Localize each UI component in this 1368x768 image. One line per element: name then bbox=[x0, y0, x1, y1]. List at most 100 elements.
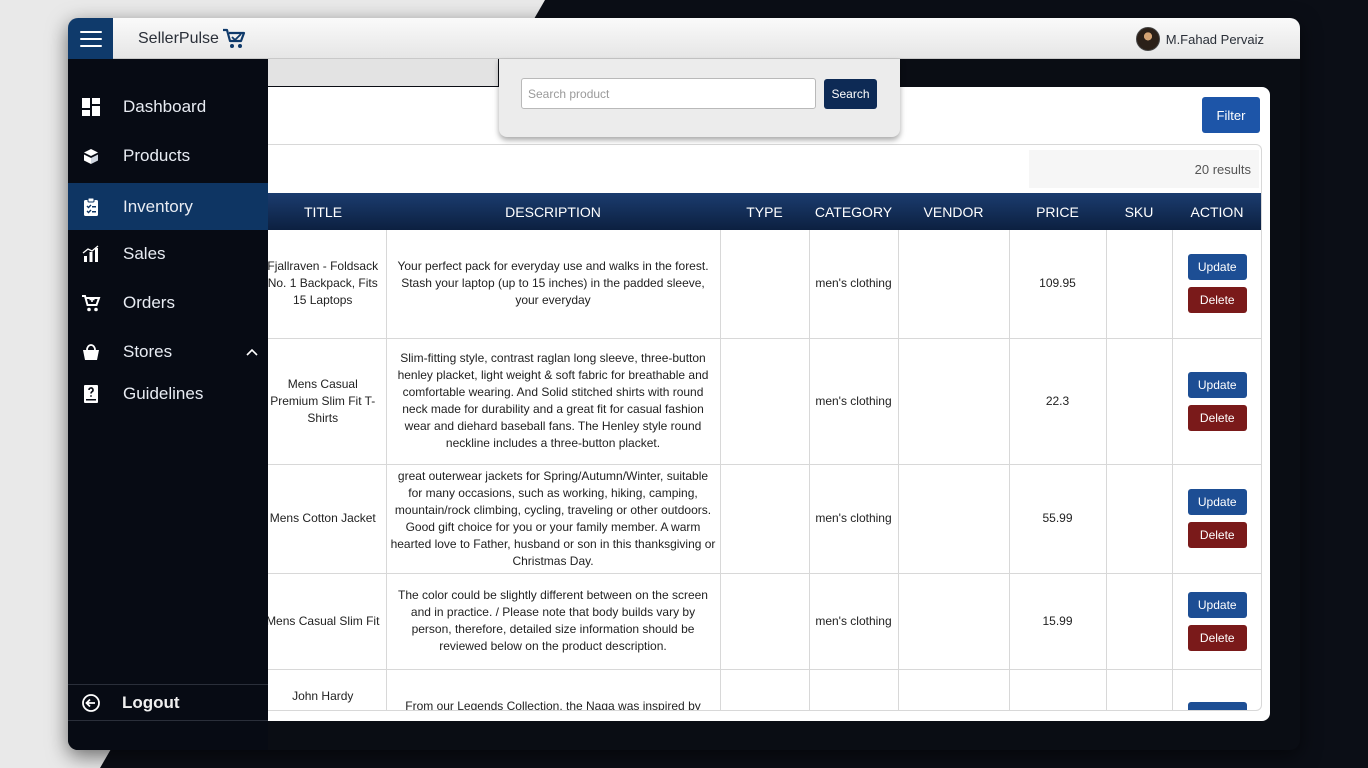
app-window: SellerPulse M.Fahad Pervaiz Dashboard Pr… bbox=[68, 18, 1300, 750]
update-button[interactable]: Update bbox=[1187, 591, 1247, 618]
cell-vendor bbox=[898, 669, 1010, 710]
logout-button[interactable]: Logout bbox=[68, 684, 268, 721]
cell-vendor bbox=[898, 338, 1010, 465]
logout-label: Logout bbox=[122, 692, 180, 712]
brand-name: SellerPulse bbox=[138, 30, 219, 47]
cell-action: Update Delete bbox=[1172, 230, 1261, 339]
user-name: M.Fahad Pervaiz bbox=[1165, 31, 1264, 47]
table-row: Mens Cotton Jacket great outerwear jacke… bbox=[268, 464, 1261, 574]
cell-type bbox=[720, 230, 810, 339]
sidebar-item-dashboard[interactable]: Dashboard bbox=[68, 85, 268, 129]
table-row: Mens Casual Slim Fit The color could be … bbox=[268, 573, 1261, 670]
top-bar: SellerPulse M.Fahad Pervaiz bbox=[68, 18, 1300, 59]
sidebar-item-inventory[interactable]: Inventory bbox=[68, 183, 268, 230]
cell-title: John Hardy bbox=[268, 669, 387, 710]
sidebar-item-label: Stores bbox=[123, 342, 173, 361]
cell-title: Mens Casual Slim Fit bbox=[268, 573, 387, 670]
update-button[interactable]: Update bbox=[1187, 254, 1247, 281]
cell-sku bbox=[1106, 230, 1173, 339]
cell-description: Your perfect pack for everyday use and w… bbox=[386, 230, 721, 339]
results-count: 20 results bbox=[1029, 150, 1259, 188]
column-header-vendor[interactable]: VENDOR bbox=[898, 193, 1009, 230]
help-book-icon bbox=[84, 385, 98, 403]
column-header-title[interactable]: TITLE bbox=[268, 193, 386, 230]
column-header-category[interactable]: CATEGORY bbox=[809, 193, 898, 230]
delete-button[interactable]: Delete bbox=[1187, 287, 1247, 314]
table-header-row: TITLE DESCRIPTION TYPE CATEGORY VENDOR P… bbox=[268, 193, 1261, 230]
chevron-up-icon[interactable] bbox=[246, 347, 258, 357]
cell-price: 22.3 bbox=[1009, 338, 1107, 465]
cell-price: 15.99 bbox=[1009, 573, 1107, 670]
cell-price bbox=[1009, 669, 1107, 710]
products-table: TITLE DESCRIPTION TYPE CATEGORY VENDOR P… bbox=[268, 193, 1261, 710]
products-table-card: 20 results TITLE DESCRIPTION TYPE CATEGO… bbox=[268, 144, 1262, 711]
cell-type bbox=[720, 464, 810, 574]
column-header-type[interactable]: TYPE bbox=[720, 193, 809, 230]
cell-title: Mens Casual Premium Slim Fit T-Shirts bbox=[268, 338, 387, 465]
cell-vendor bbox=[898, 464, 1010, 574]
sidebar: Dashboard Products Inventory Sales Order… bbox=[68, 59, 268, 750]
cell-description: The color could be slightly different be… bbox=[386, 573, 721, 670]
user-menu[interactable]: M.Fahad Pervaiz bbox=[1135, 26, 1264, 52]
cell-sku bbox=[1106, 338, 1173, 465]
avatar bbox=[1135, 27, 1160, 51]
cell-type bbox=[720, 338, 810, 465]
brand-logo[interactable]: SellerPulse bbox=[138, 27, 246, 51]
cell-price: 55.99 bbox=[1009, 464, 1107, 574]
table-row: Fjallraven - Foldsack No. 1 Backpack, Fi… bbox=[268, 230, 1261, 339]
cell-action: Update Delete bbox=[1172, 338, 1261, 465]
sidebar-item-label: Guidelines bbox=[123, 384, 204, 403]
search-input[interactable] bbox=[521, 78, 816, 109]
cart-logo-icon bbox=[222, 28, 246, 48]
sidebar-item-stores[interactable]: Stores bbox=[68, 330, 268, 374]
clipboard-icon bbox=[84, 197, 98, 216]
cell-category: men's clothing bbox=[809, 573, 899, 670]
cell-category: men's clothing bbox=[809, 464, 899, 574]
cell-action: Update Delete bbox=[1172, 464, 1261, 574]
column-header-sku[interactable]: SKU bbox=[1106, 193, 1172, 230]
sidebar-item-orders[interactable]: Orders bbox=[68, 281, 268, 325]
delete-button[interactable]: Delete bbox=[1187, 404, 1247, 431]
table-row: Mens Casual Premium Slim Fit T-Shirts Sl… bbox=[268, 338, 1261, 465]
cell-title: Fjallraven - Foldsack No. 1 Backpack, Fi… bbox=[268, 230, 387, 339]
cell-action: Update bbox=[1172, 669, 1261, 710]
column-header-action: ACTION bbox=[1172, 193, 1261, 230]
bag-icon bbox=[83, 344, 99, 360]
cell-category: men's clothing bbox=[809, 338, 899, 465]
sidebar-item-label: Products bbox=[123, 146, 191, 165]
sidebar-item-products[interactable]: Products bbox=[68, 134, 268, 178]
cell-sku bbox=[1106, 573, 1173, 670]
hamburger-icon bbox=[79, 30, 102, 33]
update-button[interactable]: Update bbox=[1187, 371, 1247, 398]
logout-icon bbox=[82, 693, 100, 712]
sidebar-item-label: Orders bbox=[123, 293, 175, 312]
delete-button[interactable]: Delete bbox=[1187, 624, 1247, 651]
cell-sku bbox=[1106, 464, 1173, 574]
cell-sku bbox=[1106, 669, 1173, 710]
column-header-price[interactable]: PRICE bbox=[1009, 193, 1106, 230]
dashboard-icon bbox=[82, 98, 100, 116]
filter-button[interactable]: Filter bbox=[1202, 97, 1260, 133]
menu-toggle-button[interactable] bbox=[68, 18, 113, 59]
main-content: Filter 20 results TITLE DESCRIPTION TYPE… bbox=[268, 87, 1270, 721]
sidebar-item-label: Sales bbox=[123, 244, 166, 263]
sidebar-item-label: Dashboard bbox=[123, 97, 207, 116]
update-button[interactable]: Update bbox=[1187, 489, 1247, 515]
sidebar-item-sales[interactable]: Sales bbox=[68, 232, 268, 276]
products-icon bbox=[84, 149, 98, 164]
sidebar-item-guidelines[interactable]: Guidelines bbox=[68, 372, 268, 416]
search-popup: Search bbox=[499, 59, 900, 137]
cell-description: Slim-fitting style, contrast raglan long… bbox=[386, 338, 721, 465]
cell-category bbox=[809, 669, 899, 710]
cart-icon bbox=[82, 295, 101, 312]
column-header-description[interactable]: DESCRIPTION bbox=[386, 193, 720, 230]
cell-vendor bbox=[898, 573, 1010, 670]
cell-price: 109.95 bbox=[1009, 230, 1107, 339]
sidebar-item-label: Inventory bbox=[123, 196, 193, 216]
cell-type bbox=[720, 573, 810, 670]
cell-type bbox=[720, 669, 810, 710]
delete-button[interactable]: Delete bbox=[1187, 522, 1247, 548]
search-button[interactable]: Search bbox=[824, 79, 877, 109]
cell-vendor bbox=[898, 230, 1010, 339]
update-button[interactable]: Update bbox=[1187, 701, 1247, 710]
